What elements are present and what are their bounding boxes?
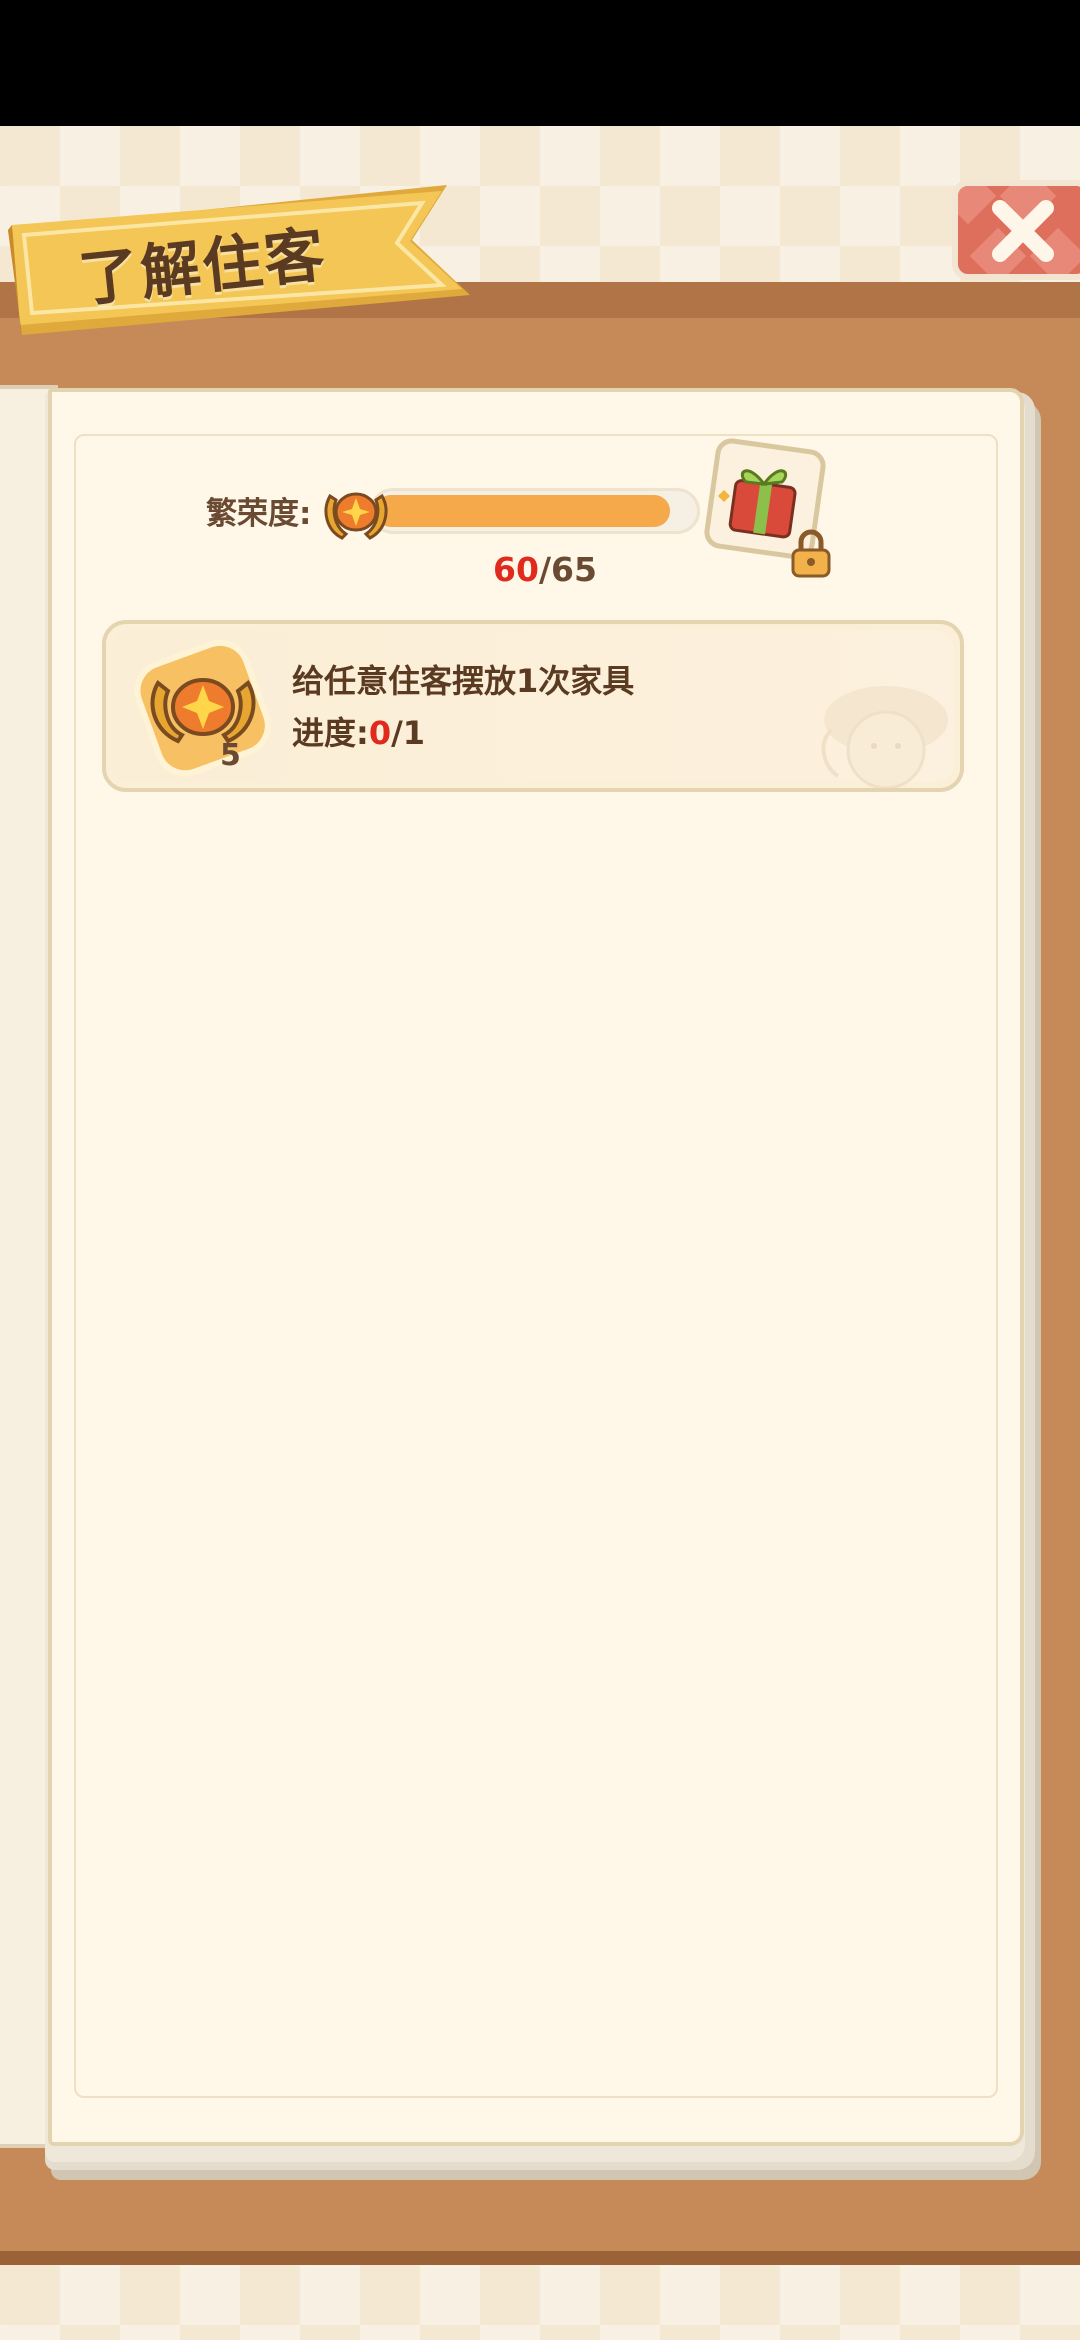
status-bar [0, 0, 1080, 126]
close-button[interactable] [952, 180, 1080, 280]
prosperity-progress-fill [375, 495, 671, 527]
task-title: 给任意住客摆放1次家具 [292, 662, 635, 700]
prosperity-max: 65 [551, 550, 597, 589]
lock-icon [791, 529, 831, 578]
prosperity-current: 60 [493, 550, 539, 589]
close-icon [992, 200, 1054, 262]
reward-amount: 5 [220, 738, 241, 773]
prosperity-medal-icon [134, 639, 271, 777]
task-progress-label: 进度: [292, 714, 369, 752]
prosperity-medal-icon [324, 492, 388, 540]
task-progress-current: 0 [368, 714, 392, 752]
task-progress-separator: / [391, 714, 403, 752]
mascot-watermark-icon [821, 686, 948, 788]
checkered-background-bottom [0, 2265, 1080, 2340]
prosperity-label: 繁荣度: [206, 496, 312, 532]
task-progress-total: 1 [402, 714, 426, 752]
task-progress: 进度:0/1 [292, 708, 552, 752]
prosperity-progress-bar [370, 488, 700, 534]
prosperity-progress-text: 60/65 [470, 550, 620, 596]
prosperity-separator: / [538, 550, 552, 589]
